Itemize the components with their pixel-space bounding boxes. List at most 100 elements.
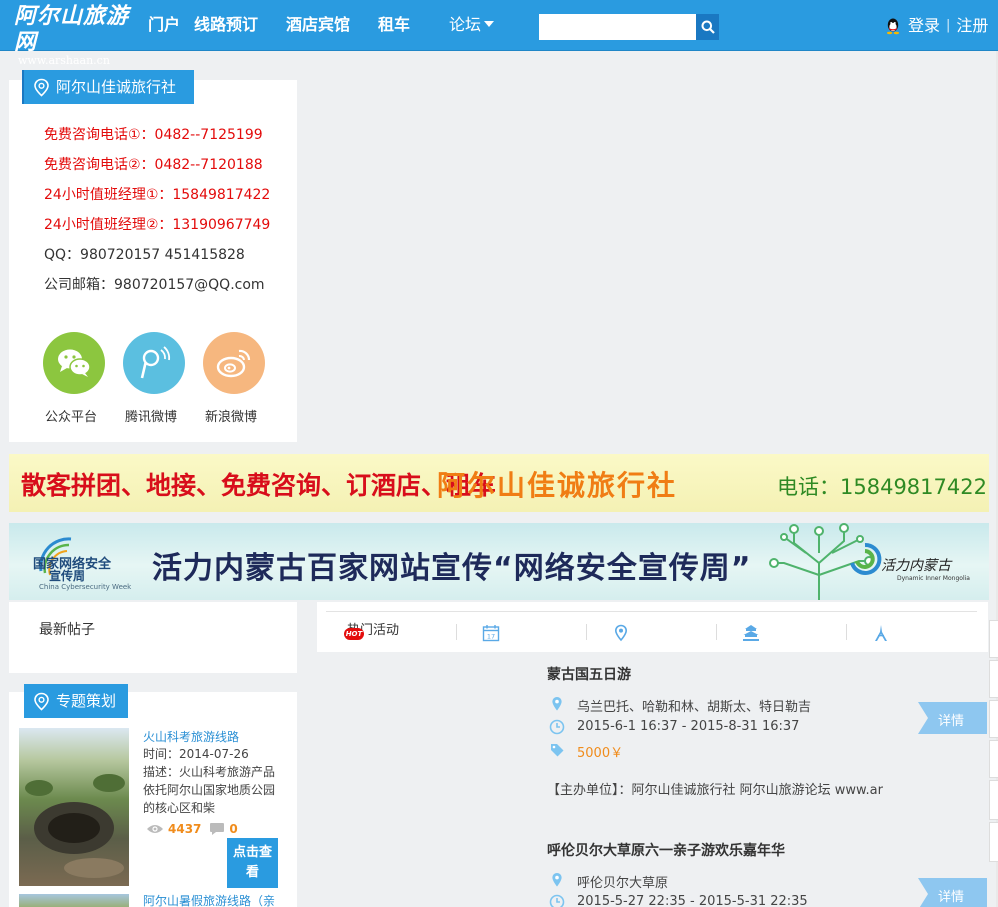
calendar-icon[interactable]: 17 [482,624,500,642]
qq-icon[interactable] [884,17,902,35]
activity-title[interactable]: 呼伦贝尔大草原六一亲子游欢乐嘉年华 [547,840,785,860]
qq-numbers: QQ：980720157 451415828 [44,247,245,263]
agency-panel-title: 阿尔山佳诚旅行社 [24,70,194,104]
nav-forum-dropdown[interactable]: 论坛 [449,14,495,36]
activity-organizer: 【主办单位】：阿尔山佳诚旅行社 阿尔山旅游论坛 www.ar [547,783,883,798]
activity-detail-label: 详情 [938,714,965,729]
campaign-headline: 活力内蒙古百家网站宣传“网络安全宣传周” [152,551,752,586]
agency-title-text: 阿尔山佳诚旅行社 [56,78,177,96]
topic-title-volcano[interactable]: 火山科考旅游线路 [143,728,239,745]
price-tag-icon [551,744,564,757]
topics-title-text: 专题策划 [56,692,117,710]
brand-english: Dynamic Inner Mongolia [897,575,970,582]
campaign-logo-line2: 宣传周 [49,569,86,583]
tab-separator [586,624,587,640]
topic-description: 描述：火山科考旅游产品依托阿尔山国家地质公园的核心区和柴 [143,765,276,815]
topics-panel-title: 专题策划 [24,684,128,718]
floating-side-tab[interactable] [989,780,998,820]
volcano-photo [25,774,125,878]
logo-text: 阿尔山旅游网 [14,3,130,55]
topic-stats: 4437 0 [146,822,238,836]
topic-views: 4437 [168,822,202,836]
tencent-weibo-button[interactable] [123,332,185,394]
wechat-icon [58,349,91,377]
tencent-weibo-label: 腾讯微博 [124,410,177,425]
activity-location: 呼伦贝尔大草原 [577,876,669,891]
tab-separator [456,624,457,640]
activity-price: 5000￥ [577,746,624,761]
banner-phone: 电话：15849817422 [777,475,987,499]
nav-route-booking[interactable]: 线路预订 [194,14,258,36]
location-icon[interactable] [612,624,630,642]
floating-side-tab[interactable] [989,700,998,738]
topic-comments: 0 [229,822,238,836]
topic-time: 时间：2014-07-26 [143,747,249,761]
wechat-button[interactable] [43,332,105,394]
latest-posts-panel: 最新帖子 [9,602,297,673]
clock-icon [549,719,565,735]
search-input[interactable] [539,14,696,40]
floating-side-tab[interactable] [989,822,998,862]
wechat-label: 公众平台 [44,410,97,425]
topic-title-summer[interactable]: 阿尔山暑假旅游线路（亲 [143,892,275,907]
eye-icon [147,825,163,833]
temple-icon[interactable] [742,624,760,642]
comment-icon [210,823,225,835]
view-topic-button[interactable]: 点击查看 [227,838,278,888]
location-pin-icon [34,692,49,711]
duty-manager-2: 24小时值班经理②：13190967749 [44,217,271,233]
brand-name: 活力内蒙古 [881,558,951,574]
site-logo[interactable]: 阿尔山旅游网 www.arshaan.cn [14,3,136,67]
tencent-weibo-icon [140,346,171,379]
tab-separator [846,624,847,640]
floating-side-tab[interactable] [989,660,998,698]
location-pin-icon [34,78,49,97]
banner-services: 散客拼团、地接、免费咨询、订酒店、租车 [21,471,497,500]
tower-icon[interactable] [872,624,890,642]
sina-weibo-label: 新浪微博 [204,410,257,425]
search-button[interactable] [696,14,719,40]
activity-tabs-divider [326,611,977,612]
activity-time: 2015-5-27 22:35 - 2015-5-31 22:35 [577,894,808,907]
clock-icon [549,894,565,907]
hotline-1: 免费咨询电话①：0482--7125199 [44,127,263,143]
sina-weibo-button[interactable] [203,332,265,394]
banner-agency-name: 阿尔山佳诚旅行社 [437,469,678,502]
campaign-logo-english: China Cybersecurity Week [39,583,132,591]
activity-location: 乌兰巴托、哈勒和林、胡斯太、特日勒吉 [577,700,812,715]
login-area: 登录 | 注册 [884,16,988,36]
login-separator: | [946,18,951,33]
nav-forum-label: 论坛 [449,15,482,34]
nav-portal[interactable]: 门户 [148,14,180,36]
floating-side-tab[interactable] [989,740,998,778]
search-icon [701,20,715,34]
register-link[interactable]: 注册 [956,16,988,36]
cybersecurity-week-banner[interactable]: 国家网络安全 宣传周 China Cybersecurity Week 活力内蒙… [9,523,989,600]
top-navigation-bar: 阿尔山旅游网 www.arshaan.cn 门户 线路预订 酒店宾馆 租车 论坛… [0,0,998,67]
nav-hotels[interactable]: 酒店宾馆 [286,14,350,36]
volcano-route-thumbnail[interactable] [19,728,129,886]
summer-route-thumbnail[interactable] [19,894,129,907]
activity-detail-label: 详情 [938,890,965,905]
login-link[interactable]: 登录 [908,16,940,36]
latest-posts-title: 最新帖子 [39,622,95,638]
logo-url: www.arshaan.cn [18,54,110,67]
sina-weibo-icon [216,349,251,378]
activity-detail-button[interactable]: 详情 [918,702,987,734]
nav-car-rental[interactable]: 租车 [378,14,410,36]
chevron-down-icon [484,20,495,27]
hot-badge: HOT [344,628,364,640]
tab-separator [716,624,717,640]
brand-swirl-icon [850,542,882,575]
company-email: 公司邮箱：980720157@QQ.com [44,277,265,293]
location-icon [552,873,562,887]
duty-manager-1: 24小时值班经理①：15849817422 [44,187,271,203]
agency-ad-banner[interactable]: 散客拼团、地接、免费咨询、订酒店、租车 阿尔山佳诚旅行社 电话：15849817… [9,454,989,512]
activity-time: 2015-6-1 16:37 - 2015-8-31 16:37 [577,719,800,734]
activity-title[interactable]: 蒙古国五日游 [547,664,631,684]
activity-detail-button[interactable]: 详情 [918,878,987,907]
floating-side-tab[interactable] [989,620,998,658]
calendar-day: 17 [487,633,495,641]
hotline-2: 免费咨询电话②：0482--7120188 [44,157,263,173]
location-icon [552,697,562,711]
